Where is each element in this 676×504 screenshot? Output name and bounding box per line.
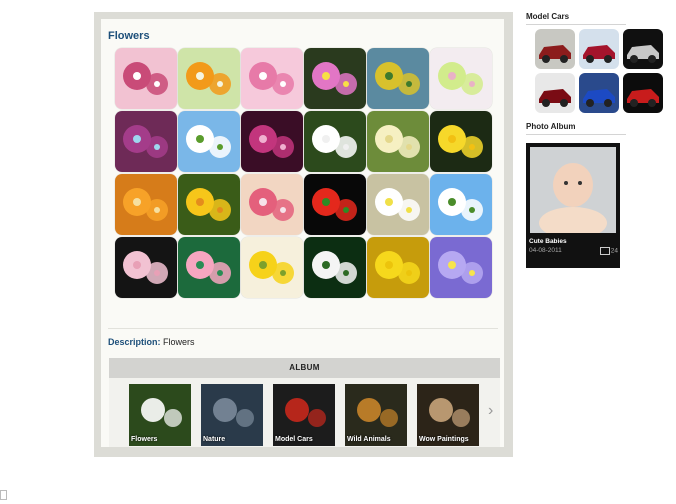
gallery-panel: Flowers Description: Flowers ALBUM Wow P… — [94, 12, 513, 457]
album-item[interactable]: Wow Paintings — [417, 384, 479, 446]
photo-album-name: Cute Babies — [529, 238, 567, 245]
thumbnail-grid — [115, 48, 505, 308]
photo-count-value: 24 — [610, 247, 618, 255]
flower-thumbnail[interactable] — [115, 48, 177, 109]
flower-thumbnail[interactable] — [115, 111, 177, 172]
broken-image-icon — [0, 490, 7, 500]
album-item[interactable]: Model Cars — [273, 384, 335, 446]
divider — [108, 328, 498, 329]
photo-album-card[interactable]: Cute Babies 04-08-2011 24 — [526, 143, 620, 268]
flower-thumbnail[interactable] — [115, 174, 177, 235]
album-item[interactable]: Nature — [201, 384, 263, 446]
chevron-right-icon[interactable]: › — [488, 402, 498, 420]
flower-thumbnail[interactable] — [178, 237, 240, 298]
flower-thumbnail[interactable] — [241, 237, 303, 298]
flower-thumbnail[interactable] — [115, 237, 177, 298]
divider — [526, 134, 626, 135]
flower-thumbnail[interactable] — [304, 111, 366, 172]
flower-thumbnail[interactable] — [241, 174, 303, 235]
flower-thumbnail[interactable] — [430, 174, 492, 235]
car-thumbnail[interactable] — [623, 29, 663, 69]
flower-thumbnail[interactable] — [430, 237, 492, 298]
photo-album-date: 04-08-2011 — [529, 247, 562, 254]
car-thumbnail[interactable] — [535, 73, 575, 113]
description-value: Flowers — [163, 337, 195, 347]
flower-thumbnail[interactable] — [367, 237, 429, 298]
model-cars-title: Model Cars — [526, 12, 570, 21]
car-thumbnail[interactable] — [579, 73, 619, 113]
flower-thumbnail[interactable] — [241, 111, 303, 172]
flower-thumbnail[interactable] — [304, 237, 366, 298]
flower-thumbnail[interactable] — [430, 48, 492, 109]
flower-thumbnail[interactable] — [367, 48, 429, 109]
photo-album-count: 24 — [599, 247, 618, 255]
album-strip: Wow Paintings Wild Animals Model Cars Natur… — [109, 378, 500, 447]
album-item-label: Nature — [203, 436, 226, 443]
gallery-title: Flowers — [108, 30, 150, 42]
album-header: ALBUM — [109, 358, 500, 378]
album-item-label: Wow Paintings — [419, 436, 469, 443]
description: Description: Flowers — [108, 337, 195, 347]
flower-thumbnail[interactable] — [430, 111, 492, 172]
flower-thumbnail[interactable] — [367, 111, 429, 172]
divider — [526, 24, 626, 25]
flower-thumbnail[interactable] — [178, 111, 240, 172]
album-item-label: Model Cars — [275, 436, 313, 443]
album-item[interactable]: Flowers — [129, 384, 191, 446]
flower-thumbnail[interactable] — [178, 174, 240, 235]
description-label: Description: — [108, 337, 161, 347]
album-item[interactable]: Wild Animals — [345, 384, 407, 446]
flower-thumbnail[interactable] — [241, 48, 303, 109]
album-item-label: Wild Animals — [347, 436, 391, 443]
car-thumbnail[interactable] — [579, 29, 619, 69]
photo-album-title: Photo Album — [526, 122, 576, 131]
car-thumbnail[interactable] — [535, 29, 575, 69]
image-icon — [599, 247, 610, 255]
car-thumbnail[interactable] — [623, 73, 663, 113]
gallery-content: Flowers Description: Flowers ALBUM Wow P… — [101, 19, 504, 447]
flower-thumbnail[interactable] — [304, 48, 366, 109]
flower-thumbnail[interactable] — [304, 174, 366, 235]
photo-album-image[interactable] — [530, 147, 616, 233]
flower-thumbnail[interactable] — [178, 48, 240, 109]
album-item-label: Flowers — [131, 436, 158, 443]
flower-thumbnail[interactable] — [367, 174, 429, 235]
